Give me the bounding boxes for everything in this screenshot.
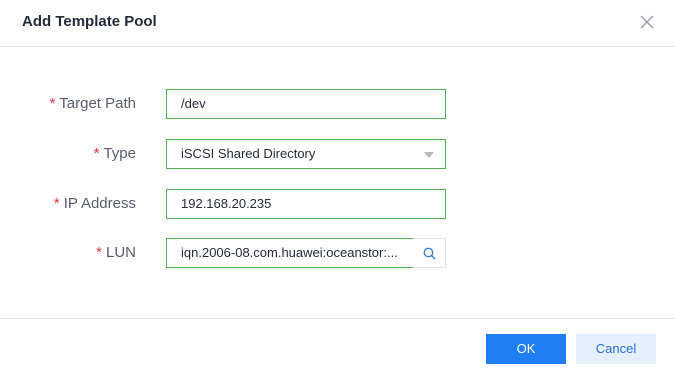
type-row: * Type iSCSI Shared Directory: [0, 139, 675, 169]
ip-address-row: * IP Address 192.168.20.235: [0, 189, 675, 219]
lun-row: * LUN iqn.2006-08.com.huawei:oceanstor:..…: [0, 238, 675, 268]
chevron-down-icon: [424, 152, 434, 158]
cancel-button[interactable]: Cancel: [576, 334, 656, 364]
add-template-pool-dialog: Add Template Pool * Target Path /dev * Typ…: [0, 0, 675, 377]
lun-input[interactable]: iqn.2006-08.com.huawei:oceanstor:...: [166, 238, 414, 268]
close-button[interactable]: [637, 12, 657, 32]
lun-search-button[interactable]: [413, 238, 446, 268]
type-select-value: iSCSI Shared Directory: [181, 146, 316, 161]
ip-address-label: * IP Address: [54, 195, 136, 212]
type-label-text: Type: [103, 145, 136, 162]
lun-label: * LUN: [96, 244, 136, 261]
ip-address-input[interactable]: 192.168.20.235: [166, 189, 446, 219]
dialog-header: Add Template Pool: [0, 0, 675, 47]
target-path-label-text: Target Path: [59, 95, 136, 112]
ok-button[interactable]: OK: [486, 334, 566, 364]
required-mark: *: [53, 195, 60, 212]
type-label: * Type: [94, 145, 136, 162]
dialog-footer: OK Cancel: [0, 318, 675, 377]
close-icon: [640, 15, 654, 29]
target-path-input[interactable]: /dev: [166, 89, 446, 119]
lun-label-text: LUN: [105, 244, 136, 261]
required-mark: *: [93, 145, 100, 162]
target-path-row: * Target Path /dev: [0, 89, 675, 119]
search-icon: [423, 247, 436, 260]
dialog-title: Add Template Pool: [22, 13, 157, 30]
required-mark: *: [49, 95, 56, 112]
type-select[interactable]: iSCSI Shared Directory: [166, 139, 446, 169]
required-mark: *: [96, 244, 102, 261]
target-path-label: * Target Path: [49, 95, 136, 112]
ip-address-label-text: IP Address: [63, 195, 136, 212]
